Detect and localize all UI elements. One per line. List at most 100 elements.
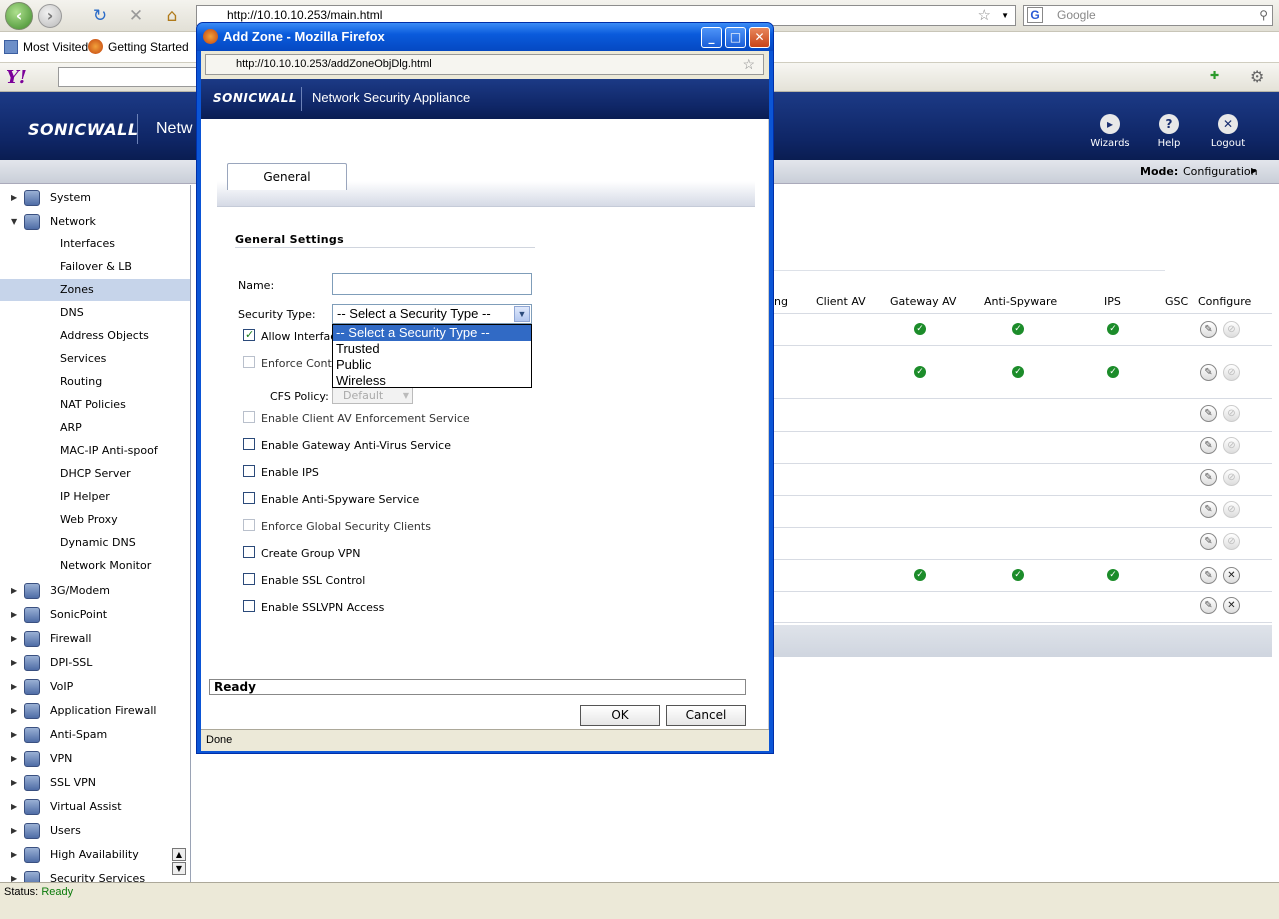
search-bar[interactable]: G Google ⚲ — [1023, 5, 1273, 26]
logout-icon[interactable]: ✕ — [1218, 114, 1238, 134]
ok-button[interactable]: OK — [580, 705, 660, 726]
back-button[interactable]: ‹ — [5, 2, 33, 30]
sidebar-item[interactable]: DHCP Server — [0, 463, 190, 485]
chevron-down-icon[interactable]: ▼ — [514, 306, 530, 322]
collapsed-arrow-icon[interactable]: ▶ — [11, 700, 17, 722]
sidebar-item[interactable]: ▶ High Availability — [0, 844, 190, 866]
sidebar-item[interactable]: Interfaces — [0, 233, 190, 255]
sidebar-item[interactable]: IP Helper — [0, 486, 190, 508]
yahoo-search-input[interactable] — [58, 67, 198, 87]
checkbox[interactable] — [243, 546, 255, 558]
delete-icon[interactable]: ⊘ — [1223, 501, 1240, 518]
mode-value[interactable]: Configuration — [1183, 165, 1258, 178]
sidebar-item[interactable]: ▶ Virtual Assist — [0, 796, 190, 818]
sidebar-item[interactable]: ARP — [0, 417, 190, 439]
minimize-button[interactable]: _ — [701, 27, 722, 48]
scroll-down-button[interactable]: ▼ — [172, 862, 186, 875]
security-type-option[interactable]: -- Select a Security Type -- — [333, 325, 531, 341]
sidebar-item[interactable]: ▶ SSL VPN — [0, 772, 190, 794]
url-dropdown-icon[interactable]: ▼ — [1001, 6, 1009, 25]
bookmark-star-icon[interactable]: ☆ — [978, 6, 991, 25]
edit-icon[interactable]: ✎ — [1200, 501, 1217, 518]
scroll-up-button[interactable]: ▲ — [172, 848, 186, 861]
sidebar-item[interactable]: ▶ Security Services — [0, 868, 190, 882]
sidebar-item[interactable]: ▶ Firewall — [0, 628, 190, 650]
bookmark-most-visited[interactable]: Most Visited — [23, 40, 88, 54]
sidebar-item[interactable]: Failover & LB — [0, 256, 190, 278]
home-icon[interactable]: ⌂ — [162, 6, 182, 26]
help-icon[interactable]: ? — [1159, 114, 1179, 134]
sidebar-item[interactable]: ▶ Users — [0, 820, 190, 842]
yahoo-logo-icon[interactable]: Y! — [6, 67, 27, 88]
sidebar-item[interactable]: Web Proxy — [0, 509, 190, 531]
checkbox[interactable] — [243, 519, 255, 531]
edit-icon[interactable]: ✎ — [1200, 533, 1217, 550]
checkbox[interactable] — [243, 411, 255, 423]
sidebar-item[interactable]: ▶ DPI-SSL — [0, 652, 190, 674]
edit-icon[interactable]: ✎ — [1200, 405, 1217, 422]
sidebar-item[interactable]: Routing — [0, 371, 190, 393]
popup-titlebar[interactable]: Add Zone - Mozilla Firefox — [197, 23, 773, 51]
edit-icon[interactable]: ✎ — [1200, 597, 1217, 614]
sidebar-item[interactable]: Address Objects — [0, 325, 190, 347]
checkbox[interactable] — [243, 600, 255, 612]
sidebar-item[interactable]: Zones — [0, 279, 190, 301]
delete-icon[interactable]: ⊘ — [1223, 405, 1240, 422]
sidebar-item[interactable]: DNS — [0, 302, 190, 324]
sidebar-item[interactable]: ▶ VPN — [0, 748, 190, 770]
collapsed-arrow-icon[interactable]: ▶ — [11, 748, 17, 770]
security-type-select[interactable]: -- Select a Security Type -- ▼ — [332, 304, 532, 324]
sidebar-item[interactable]: ▶ Anti-Spam — [0, 724, 190, 746]
cancel-button[interactable]: Cancel — [666, 705, 746, 726]
help-button[interactable]: Help — [1139, 138, 1199, 149]
maximize-button[interactable]: □ — [725, 27, 746, 48]
checkbox[interactable]: ✓ — [243, 328, 255, 341]
sidebar-item[interactable]: ▶ VoIP — [0, 676, 190, 698]
forward-button[interactable]: › — [38, 4, 62, 28]
checkbox[interactable] — [243, 492, 255, 504]
security-type-option[interactable]: Trusted — [333, 341, 531, 357]
search-icon[interactable]: ⚲ — [1259, 6, 1268, 25]
delete-icon[interactable]: ⊘ — [1223, 364, 1240, 381]
collapsed-arrow-icon[interactable]: ▶ — [11, 652, 17, 674]
delete-icon[interactable]: ⊘ — [1223, 437, 1240, 454]
collapsed-arrow-icon[interactable]: ▶ — [11, 187, 17, 209]
sidebar-item[interactable]: Services — [0, 348, 190, 370]
close-window-button[interactable]: ✕ — [749, 27, 770, 48]
collapsed-arrow-icon[interactable]: ▶ — [11, 676, 17, 698]
delete-icon[interactable]: ⊘ — [1223, 321, 1240, 338]
checkbox[interactable] — [243, 438, 255, 450]
delete-icon[interactable]: ✕ — [1223, 567, 1240, 584]
sidebar-item[interactable]: ▶ 3G/Modem — [0, 580, 190, 602]
edit-icon[interactable]: ✎ — [1200, 364, 1217, 381]
edit-icon[interactable]: ✎ — [1200, 437, 1217, 454]
sidebar-item[interactable]: Network Monitor — [0, 555, 190, 577]
sidebar-item[interactable]: ▶ Application Firewall — [0, 700, 190, 722]
checkbox[interactable] — [243, 465, 255, 477]
edit-icon[interactable]: ✎ — [1200, 321, 1217, 338]
popup-url-field[interactable]: http://10.10.10.253/addZoneObjDlg.html ☆ — [205, 54, 764, 75]
expanded-arrow-icon[interactable]: ▼ — [11, 211, 17, 233]
wizards-icon[interactable]: ▸ — [1100, 114, 1120, 134]
reload-icon[interactable]: ↻ — [90, 6, 110, 26]
sidebar-item[interactable]: Dynamic DNS — [0, 532, 190, 554]
google-icon[interactable]: G — [1027, 7, 1043, 23]
sidebar-item[interactable]: NAT Policies — [0, 394, 190, 416]
checkbox[interactable] — [243, 356, 255, 368]
collapsed-arrow-icon[interactable]: ▶ — [11, 868, 17, 882]
collapsed-arrow-icon[interactable]: ▶ — [11, 604, 17, 626]
collapsed-arrow-icon[interactable]: ▶ — [11, 724, 17, 746]
delete-icon[interactable]: ✕ — [1223, 597, 1240, 614]
wizards-button[interactable]: Wizards — [1080, 138, 1140, 149]
edit-icon[interactable]: ✎ — [1200, 469, 1217, 486]
edit-icon[interactable]: ✎ — [1200, 567, 1217, 584]
bookmark-getting-started[interactable]: Getting Started — [108, 40, 189, 54]
settings-icon[interactable]: ⚙ — [1250, 67, 1264, 86]
sidebar-item[interactable]: ▼ Network — [0, 211, 190, 233]
checkbox[interactable] — [243, 573, 255, 585]
sidebar-item[interactable]: ▶ SonicPoint — [0, 604, 190, 626]
sidebar-item[interactable]: ▶ System — [0, 187, 190, 209]
zone-name-input[interactable] — [332, 273, 532, 295]
popup-star-icon[interactable]: ☆ — [742, 55, 755, 74]
collapsed-arrow-icon[interactable]: ▶ — [11, 820, 17, 842]
